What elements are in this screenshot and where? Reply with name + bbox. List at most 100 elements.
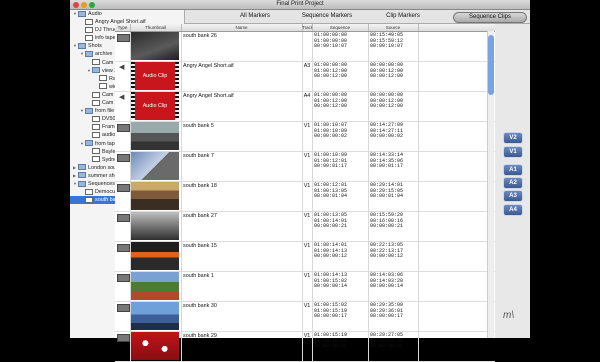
clip-name-cell: south bank 29 [183,332,303,362]
type-cell [115,122,131,151]
column-header-type[interactable]: Type [115,24,131,31]
video-clip-icon [117,244,130,252]
track-button-v2[interactable]: V2 [503,132,523,144]
video-thumbnail [131,272,179,300]
scrollbar-thumb[interactable] [488,35,494,95]
track-cell: V1 [302,302,313,332]
folder-icon [92,67,100,74]
close-window-button[interactable] [73,2,79,8]
type-cell [115,32,131,61]
app-logo: m\ [503,310,515,321]
folder-icon [85,107,93,114]
clip-name-cell: Angry Angel Short.aif [183,92,303,122]
sequence-timecode-cell: 01:00:10:07 01:00:10:09 00:00:00:02 [314,122,369,152]
table-row[interactable]: south bank 1 V1 01:00:14:13 01:00:15:02 00:0… [115,272,495,302]
video-clip-icon [117,124,130,132]
video-thumbnail [131,32,179,60]
table-row[interactable]: ◀ Audio Clip Angry Angel Short.aif A3 01:00:… [115,62,495,92]
table-row[interactable]: south bank 29 V1 01:00:15:19 01:00:16:10 00:… [115,332,495,362]
clip-icon [85,188,93,195]
column-header-source[interactable]: Source [368,24,419,31]
tab-clip-markers[interactable]: Clip Markers [367,12,439,21]
clip-icon [85,18,93,25]
table-row[interactable]: south bank 7 V1 01:00:10:09 01:00:12:01 00:0… [115,152,495,182]
timecode-line: 00:00:00:15 [370,343,404,349]
sequence-timecode-cell: 01:00:15:19 01:00:16:10 00:00:00:15 [314,332,369,362]
sequence-timecode-cell: 01:00:14:01 01:00:14:13 00:00:00:12 [314,242,369,272]
track-button-v1[interactable]: V1 [503,146,523,158]
clip-name-cell: south bank 27 [183,212,303,242]
video-clip-icon [117,154,130,162]
track-cell: V1 [302,332,313,362]
table-row[interactable]: south bank 15 V1 01:00:14:01 01:00:14:13 00:… [115,242,495,272]
table-row[interactable]: south bank 27 V1 01:00:13:05 01:00:14:01 00:… [115,212,495,242]
track-button-a2[interactable]: A2 [503,177,523,189]
type-cell: ◀ [115,92,131,121]
column-header-thumbnail[interactable]: Thumbnail [130,24,182,31]
timecode-line: 00:00:00:14 [314,283,348,289]
tree-item[interactable]: ▼ Audio [70,10,184,18]
video-thumbnail [131,212,179,240]
timecode-line: 00:00:00:12 [370,253,404,259]
timecode-line: 00:00:00:15 [314,343,348,349]
tab-sequence-markers[interactable]: Sequence Markers [291,12,363,21]
tree-item-label: from file [95,108,115,115]
table-row[interactable]: south bank 5 V1 01:00:10:07 01:00:10:09 00:0… [115,122,495,152]
table-row[interactable]: south bank 26 01:00:00:00 01:00:00:00 00:00… [115,32,495,62]
video-thumbnail [131,152,179,180]
timecode-line: 00:00:12:00 [314,103,348,109]
minimize-window-button[interactable] [81,2,87,8]
speaker-icon: ◀ [119,94,125,101]
column-header-sequence[interactable]: Sequence [312,24,369,31]
source-timecode-cell: 00:29:35:09 00:29:36:01 00:00:00:17 [370,302,419,332]
timecode-line: 00:00:00:21 [314,223,348,229]
column-header-name[interactable]: Name [181,24,303,31]
zoom-window-button[interactable] [89,2,95,8]
thumbnail-cell [130,332,182,361]
table-row[interactable]: south bank 30 V1 01:00:15:02 01:00:15:19 00:… [115,302,495,332]
timecode-line: 00:00:01:17 [370,163,404,169]
video-thumbnail [131,182,179,210]
thumbnail-cell [130,32,182,61]
tree-item-label: archive [95,51,113,58]
audio-clip-thumbnail: Audio Clip [131,92,179,120]
track-cell: V1 [302,212,313,242]
sequence-timecode-cell: 01:00:10:09 01:00:12:01 00:00:01:17 [314,152,369,182]
track-button-a1[interactable]: A1 [503,164,523,176]
tab-all-markers[interactable]: All Markers [225,12,285,21]
table-row[interactable]: ◀ Audio Clip Angry Angel Short.aif A4 01:00:… [115,92,495,122]
clip-icon [99,75,107,82]
source-timecode-cell: 00:15:59:20 00:16:00:16 00:00:00:21 [370,212,419,242]
thumbnail-cell [130,122,182,151]
clip-icon [85,26,93,33]
clip-icon [92,59,100,66]
folder-icon [78,164,86,171]
table-row[interactable]: south bank 18 V1 01:00:12:01 01:00:13:05 00:… [115,182,495,212]
video-clip-icon [117,214,130,222]
source-timecode-cell: 00:14:03:06 00:14:03:20 00:00:00:14 [370,272,419,302]
sequence-timecode-cell: 01:00:00:00 01:00:12:00 00:00:12:00 [314,62,369,92]
sequence-timecode-cell: 01:00:00:00 01:00:12:00 00:00:12:00 [314,92,369,122]
timecode-line: 00:00:10:07 [370,43,404,49]
video-clip-icon [117,274,130,282]
tree-item-label: Audio [88,11,102,17]
clip-icon [92,99,100,106]
folder-icon [78,180,86,187]
timecode-line: 00:00:10:07 [314,43,348,49]
track-cell [302,32,313,62]
folder-icon [78,10,86,17]
tab-sequence-clips[interactable]: Sequence Clips [453,12,527,23]
timecode-line: 00:00:12:00 [370,103,404,109]
thumbnail-cell [130,302,182,331]
timecode-line: 00:00:00:17 [314,313,348,319]
track-button-a3[interactable]: A3 [503,190,523,202]
vertical-scrollbar[interactable] [487,31,494,338]
track-cell: V1 [302,242,313,272]
track-cell: V1 [302,272,313,302]
type-cell [115,182,131,211]
track-button-a4[interactable]: A4 [503,204,523,216]
timecode-line: 00:00:00:12 [314,253,348,259]
video-clip-icon [117,304,130,312]
timecode-line: 00:00:00:02 [314,133,348,139]
audio-clip-label: Audio Clip [142,73,168,79]
